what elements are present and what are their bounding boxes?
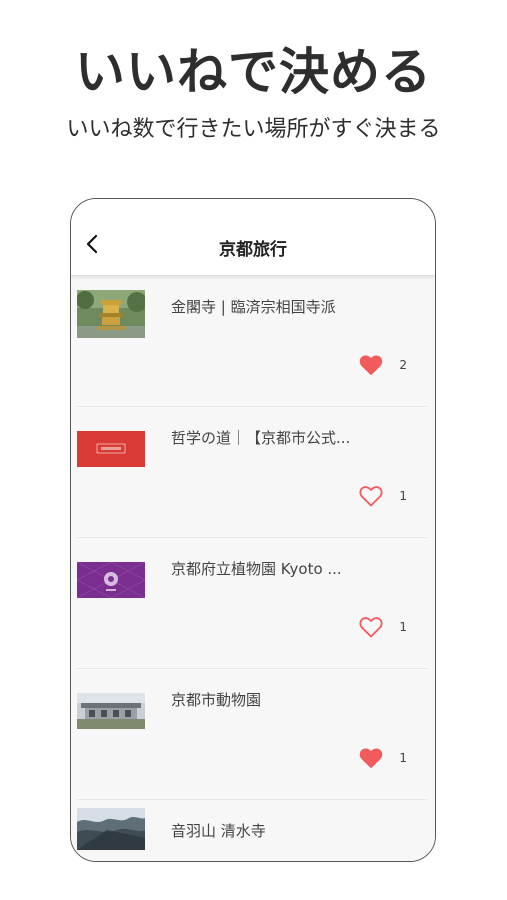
like-count: 1 xyxy=(399,751,407,765)
phone-frame: 京都旅行 金閣寺 | 臨済宗相国寺派 2 哲学の道｜【京都市公式... 1 京都… xyxy=(70,198,436,862)
list-item[interactable]: 音羽山 清水寺 xyxy=(77,800,427,861)
place-thumbnail xyxy=(77,562,145,598)
place-title: 京都市動物園 xyxy=(171,691,262,709)
promo-subline: いいね数で行きたい場所がすぐ決まる xyxy=(66,117,441,142)
promo-headline: いいねで決める xyxy=(75,43,432,101)
list-item[interactable]: 京都府立植物園 Kyoto ... 1 xyxy=(77,538,427,669)
page-title: 京都旅行 xyxy=(219,240,287,260)
place-title: 金閣寺 | 臨済宗相国寺派 xyxy=(171,298,336,316)
heart-filled-icon[interactable] xyxy=(359,354,383,376)
place-thumbnail xyxy=(77,290,145,338)
list-item[interactable]: 哲学の道｜【京都市公式... 1 xyxy=(77,407,427,538)
heart-outline-icon[interactable] xyxy=(359,485,383,507)
place-thumbnail xyxy=(77,693,145,729)
like-count: 1 xyxy=(399,489,407,503)
place-title: 哲学の道｜【京都市公式... xyxy=(171,429,351,447)
place-thumbnail xyxy=(77,431,145,467)
place-title: 音羽山 清水寺 xyxy=(171,822,266,840)
like-count: 2 xyxy=(399,358,407,372)
like-count: 1 xyxy=(399,620,407,634)
navigation-bar: 京都旅行 xyxy=(71,199,435,276)
list-item[interactable]: 京都市動物園 1 xyxy=(77,669,427,800)
place-title: 京都府立植物園 Kyoto ... xyxy=(171,560,342,578)
place-thumbnail xyxy=(77,808,145,850)
place-list: 金閣寺 | 臨済宗相国寺派 2 哲学の道｜【京都市公式... 1 京都府立植物園… xyxy=(71,276,435,861)
heart-filled-icon[interactable] xyxy=(359,747,383,769)
heart-outline-icon[interactable] xyxy=(359,616,383,638)
list-item[interactable]: 金閣寺 | 臨済宗相国寺派 2 xyxy=(77,276,427,407)
